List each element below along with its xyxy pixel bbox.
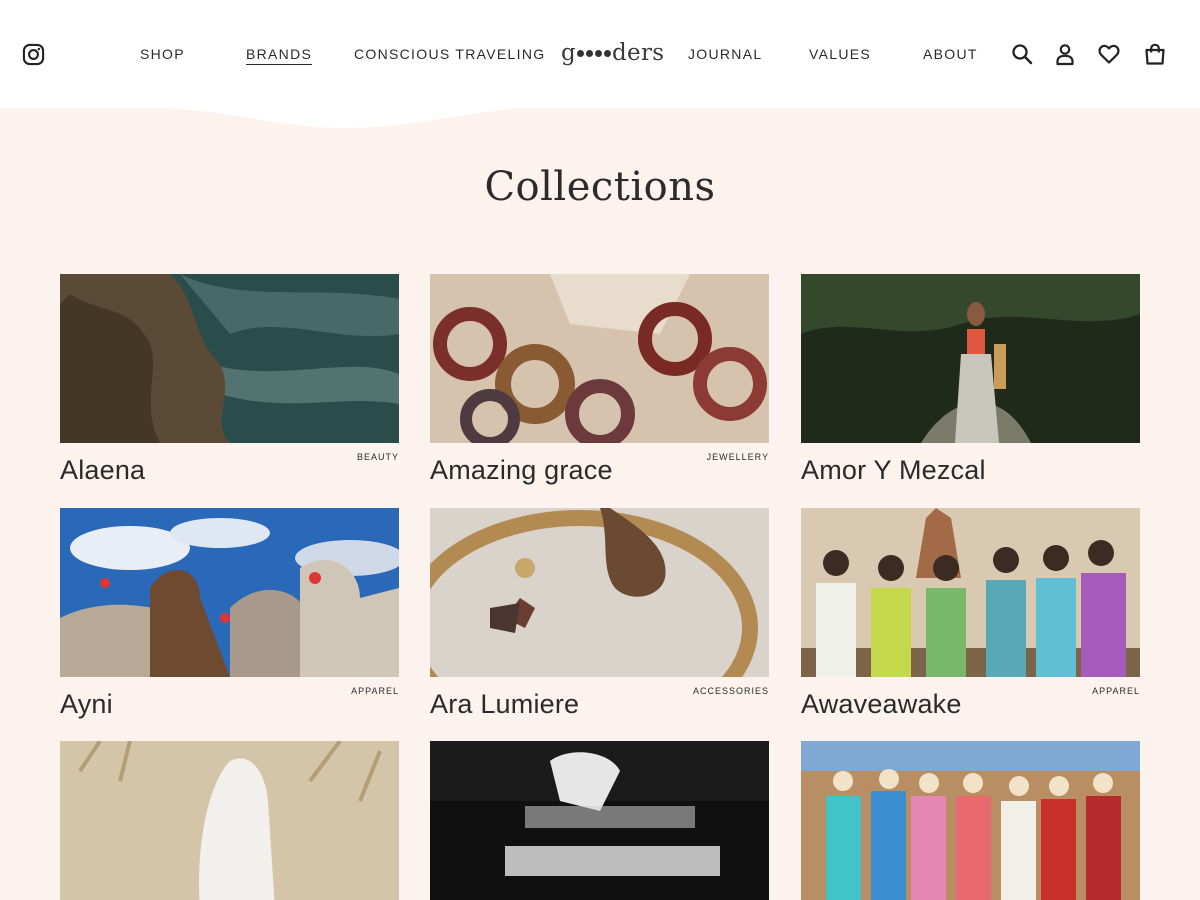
site-logo[interactable]: g ders [561,38,664,68]
collection-name[interactable]: Ayni [60,689,113,720]
account-icon[interactable] [1053,42,1077,66]
collection-card-amazing-grace[interactable]: Amazing grace JEWELLERY [430,274,769,485]
collection-category: APPAREL [1092,686,1140,696]
logo-prefix: g [561,40,577,66]
page-title: Collections [484,164,716,210]
collection-card-ara-lumiere[interactable]: Ara Lumiere ACCESSORIES [430,508,769,719]
collection-image[interactable] [430,508,769,677]
collection-card-alaena[interactable]: Alaena BEAUTY [60,274,399,485]
collection-card-row3-2[interactable] [430,741,769,900]
collection-image[interactable] [801,741,1140,900]
collection-name[interactable]: Amor Y Mezcal [801,455,986,486]
nav-brands[interactable]: BRANDS [246,46,313,65]
search-icon[interactable] [1010,42,1034,66]
collection-card-row3-1[interactable] [60,741,399,900]
collection-image[interactable] [60,741,399,900]
collection-card-amor-y-mezcal[interactable]: Amor Y Mezcal [801,274,1140,485]
collection-name[interactable]: Alaena [60,455,145,486]
collection-image[interactable] [430,274,769,443]
collection-category: BEAUTY [356,452,399,462]
collection-name[interactable]: Ara Lumiere [430,689,579,720]
collection-card-awaveawake[interactable]: Awaveawake APPAREL [801,508,1140,719]
collection-image[interactable] [430,741,769,900]
collection-image[interactable] [801,274,1140,443]
collection-card-ayni[interactable]: Ayni APPAREL [60,508,399,719]
logo-suffix: ders [612,40,665,66]
header-wave-divider [0,100,1200,128]
collection-category: JEWELLERY [706,452,769,462]
nav-journal[interactable]: JOURNAL [688,46,762,62]
heart-icon[interactable] [1097,42,1121,66]
collection-category: APPAREL [351,686,399,696]
nav-values[interactable]: VALUES [809,46,871,62]
collection-name[interactable]: Amazing grace [430,455,613,486]
collection-category: ACCESSORIES [692,686,769,696]
nav-about[interactable]: ABOUT [923,46,978,62]
instagram-icon[interactable] [22,43,45,66]
nav-conscious-traveling[interactable]: CONSCIOUS TRAVELING [354,46,545,62]
nav-shop[interactable]: SHOP [140,46,185,62]
collection-card-row3-3[interactable] [801,741,1140,900]
collection-name[interactable]: Awaveawake [801,689,962,720]
logo-dots-mark [577,49,612,57]
collection-image[interactable] [801,508,1140,677]
collection-image[interactable] [60,508,399,677]
collection-image[interactable] [60,274,399,443]
bag-icon[interactable] [1143,42,1167,66]
